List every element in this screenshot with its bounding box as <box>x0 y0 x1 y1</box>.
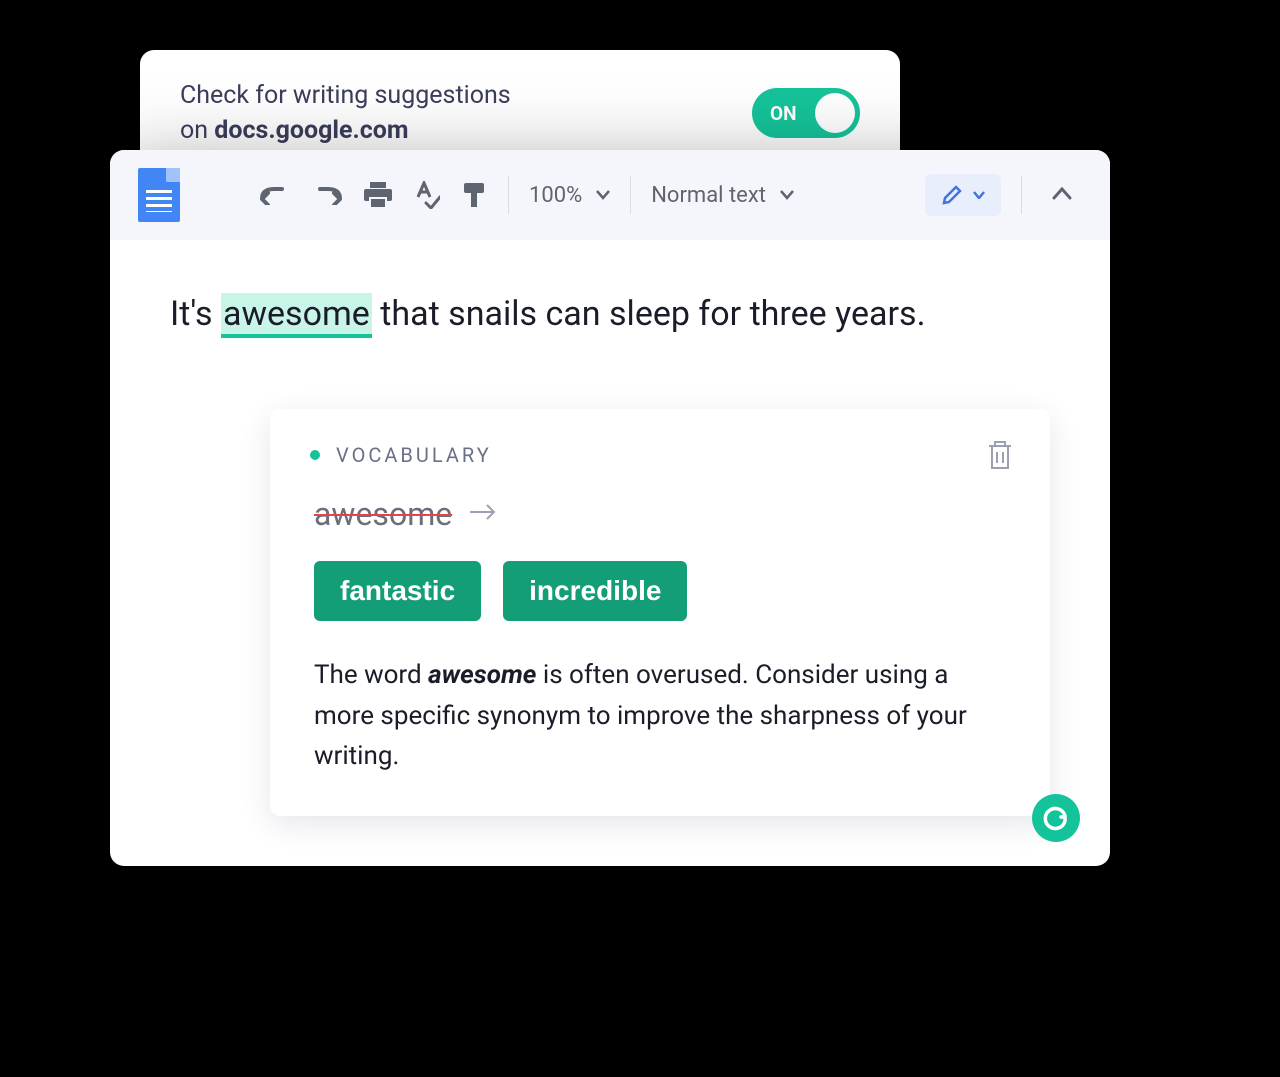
suggestions-toggle[interactable]: ON <box>752 88 860 138</box>
suggestion-category: VOCABULARY <box>336 443 492 467</box>
settings-domain: docs.google.com <box>214 116 408 145</box>
trash-icon <box>986 439 1014 471</box>
chevron-down-icon <box>596 190 610 200</box>
zoom-dropdown[interactable]: 100% <box>529 183 610 208</box>
arrow-right-icon <box>468 502 498 526</box>
explanation-em: awesome <box>428 660 536 690</box>
paint-format-icon[interactable] <box>462 181 488 209</box>
suggestion-chip-fantastic[interactable]: fantastic <box>314 561 481 621</box>
collapse-toolbar-button[interactable] <box>1042 186 1082 205</box>
dismiss-suggestion-button[interactable] <box>986 439 1014 475</box>
chevron-down-icon <box>780 190 794 200</box>
original-word-strikethrough: awesome <box>314 495 452 533</box>
toolbar-divider <box>1021 176 1022 214</box>
pencil-icon <box>941 184 963 206</box>
zoom-value: 100% <box>529 183 582 208</box>
settings-text: Check for writing suggestions on docs.go… <box>180 78 511 148</box>
document-body[interactable]: It's awesome that snails can sleep for t… <box>110 240 1110 369</box>
sentence-prefix: It's <box>170 294 221 334</box>
toggle-label: ON <box>770 102 797 125</box>
paragraph-style-value: Normal text <box>651 183 766 208</box>
spellcheck-icon[interactable] <box>414 181 440 209</box>
toolbar-divider <box>508 176 509 214</box>
chevron-down-icon <box>973 191 985 199</box>
print-icon[interactable] <box>364 182 392 208</box>
suggestion-card: VOCABULARY awesome fantastic incredible … <box>270 409 1050 816</box>
chevron-up-icon <box>1052 187 1072 201</box>
settings-line2-prefix: on <box>180 116 214 145</box>
settings-line1: Check for writing suggestions <box>180 81 511 110</box>
paragraph-style-dropdown[interactable]: Normal text <box>651 183 794 208</box>
category-indicator-dot <box>310 450 320 460</box>
highlighted-word[interactable]: awesome <box>221 293 372 338</box>
grammarly-badge-button[interactable] <box>1032 794 1080 842</box>
grammarly-icon <box>1041 803 1071 833</box>
undo-icon[interactable] <box>260 185 290 205</box>
editor-window: 100% Normal text It's awesome that snail… <box>110 150 1110 866</box>
toggle-knob <box>815 93 855 133</box>
sentence-suffix: that snails can sleep for three years. <box>372 294 926 334</box>
redo-icon[interactable] <box>312 185 342 205</box>
explanation-prefix: The word <box>314 660 428 690</box>
suggestion-chip-incredible[interactable]: incredible <box>503 561 687 621</box>
docs-icon[interactable] <box>138 168 180 222</box>
suggestion-explanation: The word awesome is often overused. Cons… <box>310 655 1010 776</box>
toolbar: 100% Normal text <box>110 150 1110 240</box>
editing-mode-button[interactable] <box>925 174 1001 216</box>
sentence-text: It's awesome that snails can sleep for t… <box>170 290 1050 339</box>
toolbar-divider <box>630 176 631 214</box>
